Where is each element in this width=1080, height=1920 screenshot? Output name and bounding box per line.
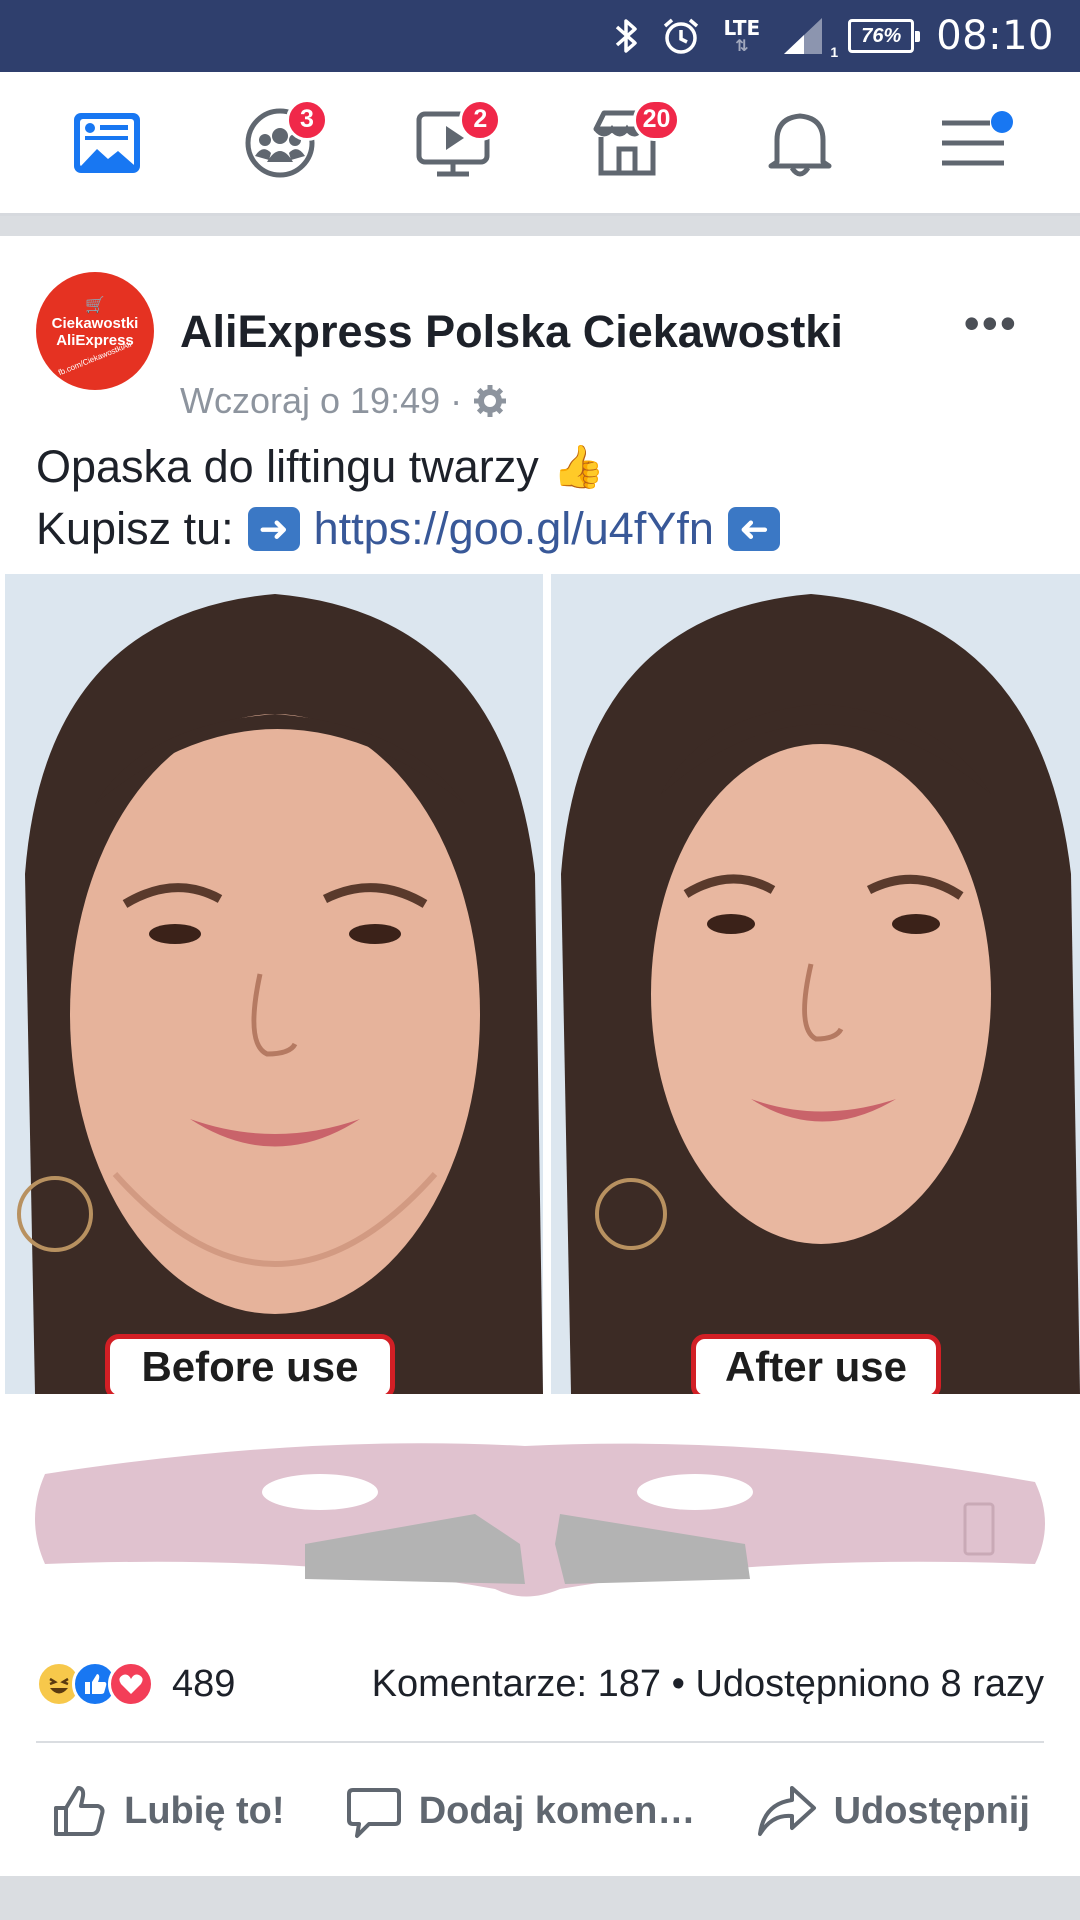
right-arrow-emoji-icon: ➜ bbox=[247, 507, 300, 551]
face-strap-product-illustration bbox=[35, 1443, 1045, 1597]
page-name[interactable]: AliExpress Polska Ciekawostki bbox=[180, 306, 843, 358]
before-face-illustration bbox=[5, 574, 543, 1394]
nav-groups[interactable]: 3 bbox=[230, 93, 330, 193]
post-link[interactable]: https://goo.gl/u4fYfn bbox=[314, 498, 714, 560]
status-bar: LTE ⇅ 1 76% 08:10 bbox=[0, 0, 1080, 72]
nav-notifications[interactable] bbox=[750, 93, 850, 193]
comments-shares-summary[interactable]: Komentarze: 187 • Udostępniono 8 razy bbox=[372, 1663, 1044, 1706]
comment-button[interactable]: Dodaj komen… bbox=[345, 1782, 695, 1840]
gear-icon bbox=[474, 385, 507, 417]
post-header: 🛒 Ciekawostki AliExpress fb.com/Ciekawos… bbox=[36, 272, 1044, 421]
groups-badge: 3 bbox=[285, 98, 328, 141]
post-image[interactable]: Before use After use bbox=[5, 574, 1080, 1639]
thumbs-up-emoji-icon: 👍 bbox=[552, 443, 606, 490]
news-feed-icon bbox=[73, 112, 140, 173]
like-button[interactable]: Lubię to! bbox=[50, 1782, 285, 1840]
bluetooth-icon bbox=[613, 16, 639, 56]
comment-icon bbox=[346, 1788, 401, 1838]
feed-separator bbox=[0, 216, 1080, 236]
post-timestamp[interactable]: Wczoraj o 19:49 · bbox=[180, 380, 508, 422]
before-use-label: Before use bbox=[105, 1334, 395, 1394]
menu-notification-dot bbox=[991, 110, 1014, 133]
alarm-icon bbox=[661, 16, 701, 56]
page-avatar[interactable]: 🛒 Ciekawostki AliExpress fb.com/Ciekawos… bbox=[36, 272, 154, 390]
after-use-label: After use bbox=[691, 1334, 941, 1394]
more-options-button[interactable]: ••• bbox=[964, 296, 1018, 350]
battery-indicator: 76% bbox=[848, 19, 921, 53]
share-button[interactable]: Udostępnij bbox=[756, 1782, 1030, 1840]
feed-post: 🛒 Ciekawostki AliExpress fb.com/Ciekawos… bbox=[0, 236, 1080, 1876]
before-photo: Before use bbox=[5, 574, 543, 1394]
share-icon bbox=[757, 1786, 816, 1836]
after-photo: After use bbox=[551, 574, 1080, 1394]
love-reaction-icon bbox=[108, 1661, 154, 1707]
post-actions: Lubię to! Dodaj komen… Udostępnij bbox=[0, 1756, 1080, 1866]
top-navigation: 3 2 20 bbox=[0, 72, 1080, 216]
watch-badge: 2 bbox=[459, 98, 502, 141]
marketplace-badge: 20 bbox=[632, 98, 681, 141]
actions-divider bbox=[36, 1741, 1044, 1743]
reactions-bar[interactable]: 489 Komentarze: 187 • Udostępniono 8 raz… bbox=[36, 1654, 1044, 1714]
nav-watch[interactable]: 2 bbox=[403, 93, 503, 193]
clock: 08:10 bbox=[936, 13, 1054, 59]
like-icon bbox=[54, 1786, 105, 1836]
reactions-count: 489 bbox=[172, 1662, 236, 1705]
feed-bottom-separator bbox=[0, 1876, 1080, 1920]
lte-indicator: LTE ⇅ bbox=[723, 16, 761, 55]
nav-menu[interactable] bbox=[923, 93, 1023, 193]
photo-divider bbox=[543, 574, 551, 1394]
nav-marketplace[interactable]: 20 bbox=[577, 93, 681, 193]
post-message: Opaska do liftingu twarzy 👍 Kupisz tu: ➜… bbox=[36, 436, 780, 560]
after-face-illustration bbox=[551, 574, 1080, 1394]
signal-icon: 1 bbox=[782, 16, 838, 60]
left-arrow-emoji-icon: ➜ bbox=[727, 507, 780, 551]
cart-icon: 🛒 bbox=[85, 297, 105, 314]
bell-icon bbox=[768, 113, 832, 176]
nav-news-feed[interactable] bbox=[57, 93, 157, 193]
